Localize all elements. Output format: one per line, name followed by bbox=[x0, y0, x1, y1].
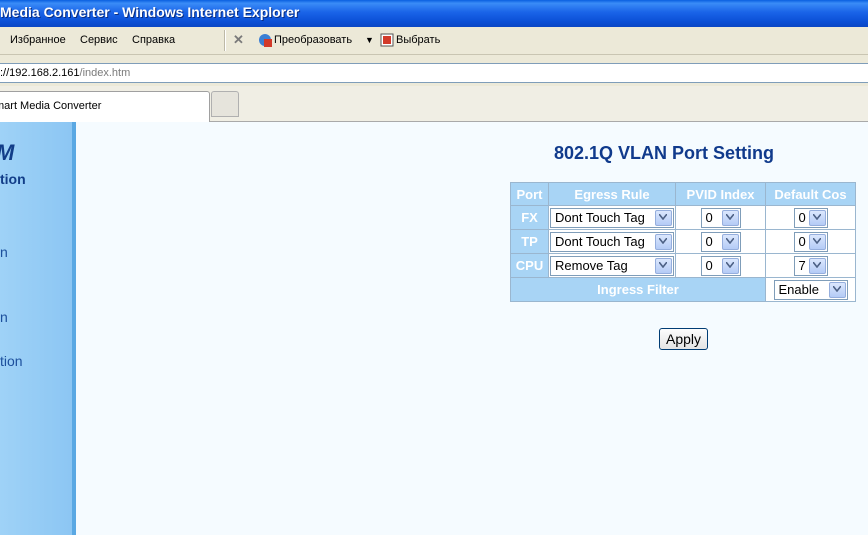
cos-value: 0 bbox=[798, 209, 806, 225]
convert-icon bbox=[259, 34, 272, 47]
sidebar-item-4[interactable]: tion bbox=[0, 353, 23, 369]
cos-select[interactable]: 7 bbox=[793, 255, 828, 276]
egress-rule-value: Dont Touch Tag bbox=[555, 209, 645, 225]
table-row: TP Dont Touch Tag 0 0 bbox=[511, 230, 855, 253]
table-row: CPU Remove Tag 0 7 bbox=[511, 254, 855, 277]
ingress-filter-label: Ingress Filter bbox=[511, 278, 765, 301]
cos-value: 0 bbox=[798, 233, 806, 249]
port-label: FX bbox=[511, 206, 548, 229]
chevron-down-icon[interactable] bbox=[721, 257, 739, 274]
egress-rule-select[interactable]: Remove Tag bbox=[550, 255, 674, 276]
pvid-value: 0 bbox=[705, 209, 713, 225]
egress-rule-select[interactable]: Dont Touch Tag bbox=[550, 231, 674, 252]
pvid-select[interactable]: 0 bbox=[700, 255, 741, 276]
header-default-cos: Default Cos bbox=[766, 183, 855, 205]
close-toolbar-icon[interactable]: ✕ bbox=[233, 32, 244, 48]
chevron-down-icon[interactable] bbox=[721, 209, 739, 226]
window-title-bar: Media Converter - Windows Internet Explo… bbox=[0, 0, 868, 27]
menu-bar: Избранное Сервис Справка ✕ Преобразовать… bbox=[0, 27, 868, 55]
ingress-filter-row: Ingress Filter Enable bbox=[511, 278, 855, 301]
window-title: Media Converter - Windows Internet Explo… bbox=[0, 4, 300, 20]
chevron-down-icon[interactable] bbox=[808, 233, 826, 250]
pvid-value: 0 bbox=[705, 257, 713, 273]
select-button[interactable]: Выбрать bbox=[396, 34, 440, 46]
chevron-down-icon[interactable] bbox=[655, 233, 672, 250]
page-title: 802.1Q VLAN Port Setting bbox=[554, 143, 775, 163]
address-bar: ://192.168.2.161/index.htm bbox=[0, 55, 868, 86]
tab-strip: mart Media Converter bbox=[0, 86, 868, 122]
port-label: CPU bbox=[511, 254, 548, 277]
pvid-value: 0 bbox=[705, 233, 713, 249]
sidebar-item-3[interactable]: n bbox=[0, 309, 8, 325]
menu-help[interactable]: Справка bbox=[132, 34, 175, 46]
apply-button[interactable]: Apply bbox=[659, 328, 708, 350]
cos-select[interactable]: 0 bbox=[793, 231, 828, 252]
convert-dropdown-icon[interactable]: ▼ bbox=[365, 35, 374, 45]
egress-rule-select[interactable]: Dont Touch Tag bbox=[550, 207, 674, 228]
cos-select[interactable]: 0 bbox=[793, 207, 828, 228]
chevron-down-icon[interactable] bbox=[808, 257, 826, 274]
address-host: ://192.168.2.161 bbox=[0, 67, 80, 79]
page-content: M tion n n tion 802.1Q VLAN Port Setting… bbox=[0, 122, 868, 535]
chevron-down-icon[interactable] bbox=[655, 209, 672, 226]
menu-favorites[interactable]: Избранное bbox=[10, 34, 66, 46]
chevron-down-icon[interactable] bbox=[828, 281, 846, 298]
header-pvid-index: PVID Index bbox=[676, 183, 765, 205]
egress-rule-value: Dont Touch Tag bbox=[555, 233, 645, 249]
tab-media-converter[interactable]: mart Media Converter bbox=[0, 91, 210, 122]
chevron-down-icon[interactable] bbox=[721, 233, 739, 250]
header-egress-rule: Egress Rule bbox=[549, 183, 675, 205]
chevron-down-icon[interactable] bbox=[808, 209, 826, 226]
menu-tools[interactable]: Сервис bbox=[80, 34, 118, 46]
egress-rule-value: Remove Tag bbox=[555, 257, 628, 273]
pvid-select[interactable]: 0 bbox=[700, 231, 741, 252]
ingress-filter-value: Enable bbox=[778, 281, 819, 297]
vlan-port-table: Port Egress Rule PVID Index Default Cos … bbox=[510, 182, 856, 302]
sidebar: M tion n n tion bbox=[0, 122, 76, 535]
sidebar-item-2[interactable]: n bbox=[0, 244, 8, 260]
select-icon bbox=[380, 33, 394, 47]
table-header-row: Port Egress Rule PVID Index Default Cos bbox=[511, 183, 855, 205]
toolbar-separator bbox=[224, 30, 226, 51]
convert-button[interactable]: Преобразовать bbox=[274, 34, 352, 46]
address-path: /index.htm bbox=[79, 67, 131, 79]
pvid-select[interactable]: 0 bbox=[700, 207, 741, 228]
table-row: FX Dont Touch Tag 0 0 bbox=[511, 206, 855, 229]
sidebar-item-1[interactable]: tion bbox=[0, 171, 26, 187]
new-tab-button[interactable] bbox=[211, 91, 239, 117]
cos-value: 7 bbox=[798, 257, 806, 273]
port-label: TP bbox=[511, 230, 548, 253]
sidebar-brand: M bbox=[0, 140, 14, 166]
ingress-filter-select[interactable]: Enable bbox=[773, 279, 848, 300]
chevron-down-icon[interactable] bbox=[655, 257, 672, 274]
address-input[interactable]: ://192.168.2.161/index.htm bbox=[0, 63, 868, 83]
header-port: Port bbox=[511, 183, 548, 205]
tab-label: mart Media Converter bbox=[0, 100, 102, 112]
